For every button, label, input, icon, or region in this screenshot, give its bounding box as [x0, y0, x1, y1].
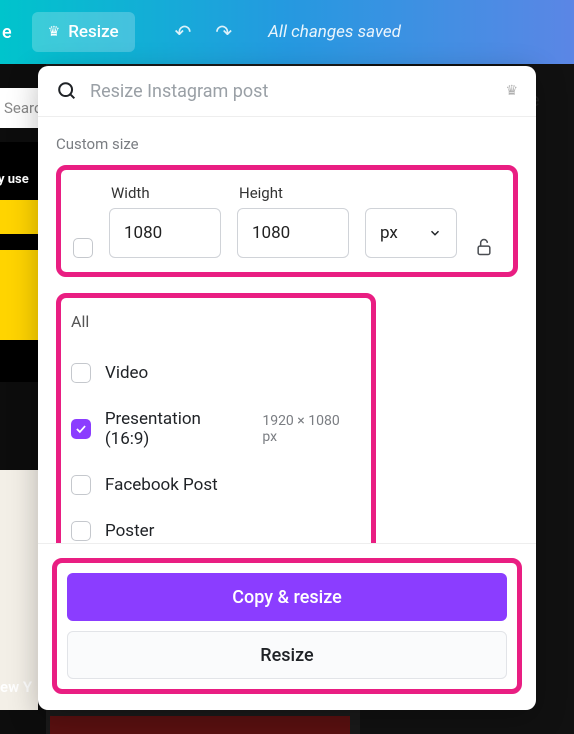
- type-checkbox[interactable]: [71, 419, 91, 439]
- resize-actions: Copy & resize Resize: [38, 543, 536, 710]
- type-label: Poster: [105, 521, 154, 541]
- type-row-presentation[interactable]: Presentation (16:9) 1920 × 1080 px: [71, 409, 357, 449]
- custom-size-label: Custom size: [56, 135, 518, 153]
- resize-button[interactable]: ♛ Resize: [32, 12, 135, 52]
- chevron-down-icon: [428, 226, 442, 240]
- all-label: All: [71, 312, 357, 331]
- resize-search-input[interactable]: [90, 81, 493, 102]
- type-dims: 1920 × 1080 px: [262, 413, 357, 445]
- bg-thumb-1-yellow: [0, 200, 38, 234]
- type-list: All Video Presentation (16:9) 1920 × 108…: [71, 312, 357, 541]
- resize-button-label: Resize: [68, 22, 118, 42]
- toolbar-left-fragment: e: [2, 22, 12, 43]
- type-row-video[interactable]: Video: [71, 363, 357, 383]
- custom-size-checkbox[interactable]: [73, 238, 93, 258]
- type-row-facebook-post[interactable]: Facebook Post: [71, 475, 357, 495]
- unit-spacer: [367, 184, 457, 202]
- actions-highlight: Copy & resize Resize: [52, 558, 522, 694]
- copy-and-resize-button[interactable]: Copy & resize: [67, 573, 507, 621]
- type-list-highlight: All Video Presentation (16:9) 1920 × 108…: [56, 293, 376, 543]
- type-checkbox[interactable]: [71, 363, 91, 383]
- resize-search-row: ♛: [38, 66, 536, 117]
- width-label: Width: [111, 184, 221, 202]
- unit-value: px: [380, 223, 398, 243]
- bg-thumb-1-text: y use: [0, 172, 29, 187]
- type-row-poster[interactable]: Poster: [71, 521, 357, 541]
- height-label: Height: [239, 184, 349, 202]
- height-input[interactable]: [237, 208, 349, 258]
- resize-popover: ♛ Custom size Width Height: [38, 66, 536, 710]
- save-status: All changes saved: [268, 22, 401, 42]
- bg-canvas-strip: [50, 716, 350, 734]
- redo-icon[interactable]: ↷: [215, 20, 232, 44]
- width-input[interactable]: [109, 208, 221, 258]
- crown-icon: ♛: [48, 24, 61, 40]
- lock-aspect-toggle[interactable]: [473, 236, 495, 258]
- undo-redo-group: ↶ ↷: [175, 20, 233, 44]
- resize-scroll-area[interactable]: Custom size Width Height: [38, 117, 536, 543]
- bg-thumb-1-yellow2: [0, 250, 38, 340]
- crown-icon: ♛: [505, 83, 518, 99]
- bg-thumb-2: [0, 470, 38, 710]
- type-label: Facebook Post: [105, 475, 218, 495]
- type-checkbox[interactable]: [71, 521, 91, 541]
- resize-only-button[interactable]: Resize: [67, 631, 507, 679]
- custom-size-highlight: Width Height px: [56, 165, 518, 277]
- top-toolbar: e ♛ Resize ↶ ↷ All changes saved: [0, 0, 574, 64]
- unit-select[interactable]: px: [365, 208, 457, 258]
- type-label: Video: [105, 363, 148, 383]
- bg-thumb-2-text: ew Y: [0, 678, 32, 696]
- undo-icon[interactable]: ↶: [175, 20, 192, 44]
- type-label: Presentation (16:9): [105, 409, 249, 449]
- type-checkbox[interactable]: [71, 475, 91, 495]
- search-icon: [56, 80, 78, 102]
